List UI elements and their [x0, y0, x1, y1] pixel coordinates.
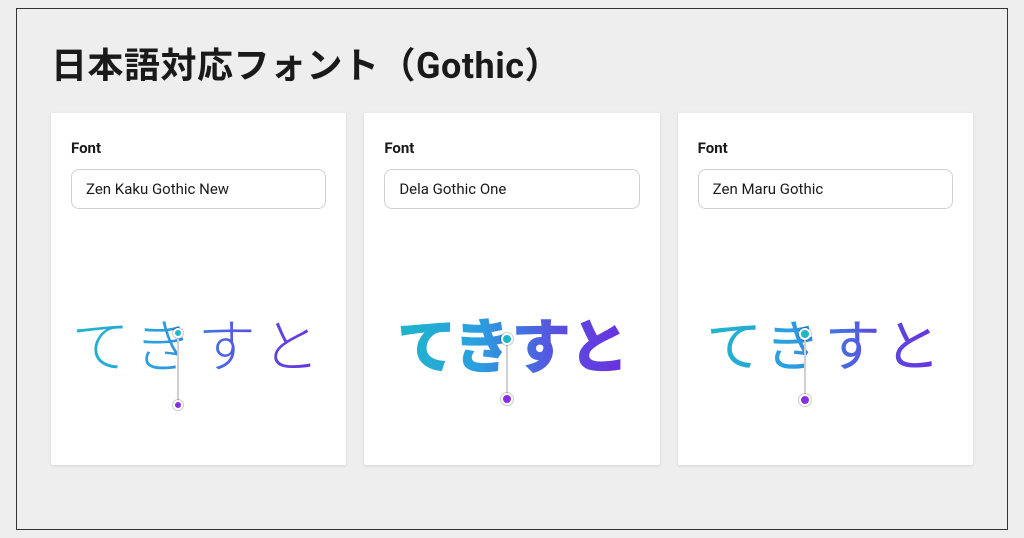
font-cards-row: Font Zen Kaku Gothic New てきすと Font Dela …	[51, 113, 973, 465]
font-field-label: Font	[384, 139, 639, 157]
sample-text[interactable]: てきすと	[72, 300, 326, 384]
font-select[interactable]: Dela Gothic One	[384, 169, 639, 209]
gradient-stop-top[interactable]	[799, 328, 811, 340]
font-card: Font Zen Kaku Gothic New てきすと	[51, 113, 346, 465]
font-preview: てきすと	[384, 239, 639, 445]
outer-frame: 日本語対応フォント（Gothic） Font Zen Kaku Gothic N…	[16, 8, 1008, 530]
gradient-stop-top[interactable]	[501, 333, 513, 345]
font-select[interactable]: Zen Kaku Gothic New	[71, 169, 326, 209]
gradient-stop-bottom[interactable]	[173, 400, 183, 410]
gradient-stop-top[interactable]	[173, 328, 183, 338]
font-select-value: Dela Gothic One	[399, 180, 506, 198]
font-field-label: Font	[698, 139, 953, 157]
gradient-handle[interactable]	[177, 334, 179, 404]
font-card: Font Zen Maru Gothic てきすと	[678, 113, 973, 465]
font-preview: てきすと	[698, 239, 953, 445]
font-select[interactable]: Zen Maru Gothic	[698, 169, 953, 209]
gradient-stop-bottom[interactable]	[799, 394, 811, 406]
gradient-stop-bottom[interactable]	[501, 393, 513, 405]
font-preview: てきすと	[71, 239, 326, 445]
gradient-handle[interactable]	[804, 334, 806, 400]
font-field-label: Font	[71, 139, 326, 157]
gradient-handle[interactable]	[506, 339, 508, 399]
page-title: 日本語対応フォント（Gothic）	[51, 37, 973, 89]
font-select-value: Zen Maru Gothic	[713, 180, 824, 198]
font-select-value: Zen Kaku Gothic New	[86, 180, 229, 198]
font-card: Font Dela Gothic One てきすと	[364, 113, 659, 465]
sample-text[interactable]: てきすと	[706, 302, 944, 383]
